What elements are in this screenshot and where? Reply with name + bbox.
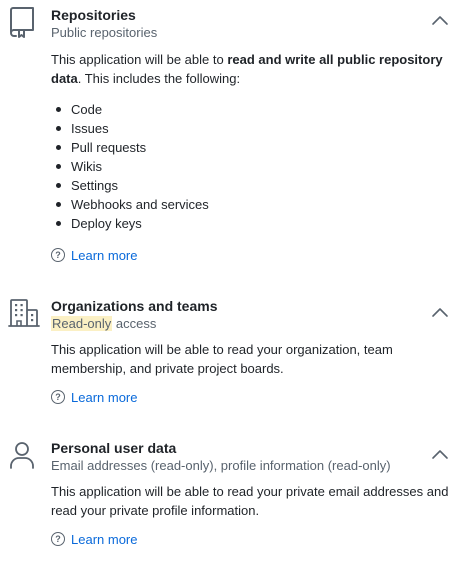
repositories-section: Repositories Public repositories This ap… — [0, 0, 467, 280]
list-item: Deploy keys — [51, 214, 209, 233]
description-text: This application will be able to — [51, 52, 228, 67]
section-description: This application will be able to read an… — [51, 50, 459, 88]
learn-more-text[interactable]: Learn more — [71, 248, 137, 263]
chevron-up-icon[interactable] — [431, 14, 449, 26]
organization-icon — [8, 298, 40, 328]
question-icon: ? — [51, 390, 65, 404]
list-item: Code — [51, 100, 209, 119]
list-item: Settings — [51, 176, 209, 195]
organizations-section: Organizations and teams Read-only access… — [0, 290, 467, 415]
section-title: Personal user data — [51, 440, 177, 456]
learn-more-link[interactable]: ? Learn more — [51, 388, 137, 406]
section-subtitle: Email addresses (read-only), profile inf… — [51, 458, 391, 473]
personal-data-section: Personal user data Email addresses (read… — [0, 432, 467, 557]
section-title: Organizations and teams — [51, 298, 218, 314]
list-item: Pull requests — [51, 138, 209, 157]
person-icon — [8, 441, 36, 469]
repo-icon — [8, 6, 36, 38]
permission-list: Code Issues Pull requests Wikis Settings… — [51, 100, 209, 233]
learn-more-link[interactable]: ? Learn more — [51, 246, 137, 264]
section-title: Repositories — [51, 7, 136, 23]
question-icon: ? — [51, 248, 65, 262]
section-description: This application will be able to read yo… — [51, 342, 393, 376]
learn-more-text[interactable]: Learn more — [71, 390, 137, 405]
list-item: Webhooks and services — [51, 195, 209, 214]
access-level-highlight: Read-only — [51, 316, 113, 331]
section-subtitle: Read-only access — [51, 316, 156, 332]
learn-more-text[interactable]: Learn more — [71, 532, 137, 547]
subtitle-text: access — [112, 316, 157, 331]
description-text: . This includes the following: — [77, 71, 241, 86]
chevron-up-icon[interactable] — [431, 448, 449, 460]
list-item: Wikis — [51, 157, 209, 176]
learn-more-link[interactable]: ? Learn more — [51, 530, 137, 548]
section-subtitle: Public repositories — [51, 25, 158, 40]
chevron-up-icon[interactable] — [431, 306, 449, 318]
question-icon: ? — [51, 532, 65, 546]
section-description: This application will be able to read yo… — [51, 484, 449, 518]
list-item: Issues — [51, 119, 209, 138]
